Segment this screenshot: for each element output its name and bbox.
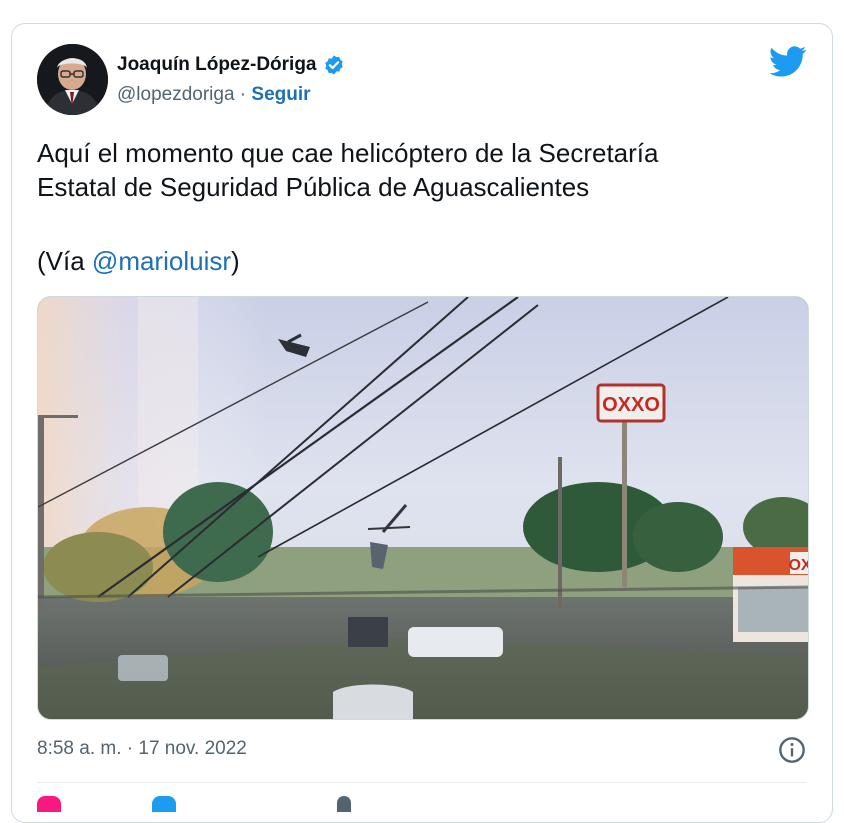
oxxo-store-sign-text: OX	[788, 557, 809, 574]
info-icon[interactable]	[778, 736, 806, 764]
author-name-row: Joaquín López-Dóriga	[117, 54, 345, 76]
footer-divider	[37, 782, 807, 783]
handle-separator: ·	[234, 84, 252, 105]
avatar[interactable]	[37, 44, 108, 115]
reply-icon[interactable]	[152, 796, 176, 812]
like-icon[interactable]	[37, 796, 61, 812]
via-mention-link[interactable]: @marioluisr	[92, 246, 231, 276]
avatar-portrait	[37, 44, 108, 115]
via-prefix: (Vía	[37, 246, 92, 276]
author-name[interactable]: Joaquín López-Dóriga	[117, 54, 317, 76]
verified-badge-icon	[324, 55, 343, 75]
tweet-media-video[interactable]: OXXO OX	[37, 296, 809, 720]
tweet-text: Aquí el momento que cae helicóptero de l…	[37, 138, 659, 202]
follow-button[interactable]: Seguir	[251, 84, 310, 105]
tweet-via: (Vía @marioluisr)	[37, 244, 240, 278]
share-icon[interactable]	[337, 796, 351, 812]
helicopter-crash-video-frame: OXXO OX	[38, 297, 809, 719]
author-handle[interactable]: @lopezdoriga	[117, 84, 235, 105]
author-handle-row: @lopezdoriga · Seguir	[117, 84, 311, 106]
via-suffix: )	[231, 246, 240, 276]
tweet-card: Joaquín López-Dóriga @lopezdoriga · Segu…	[11, 23, 833, 823]
twitter-bird-icon[interactable]	[769, 46, 807, 77]
tweet-action-bar	[37, 796, 807, 816]
tweet-timestamp[interactable]: 8:58 a. m. · 17 nov. 2022	[37, 738, 247, 760]
oxxo-pole-sign-text: OXXO	[602, 394, 660, 416]
